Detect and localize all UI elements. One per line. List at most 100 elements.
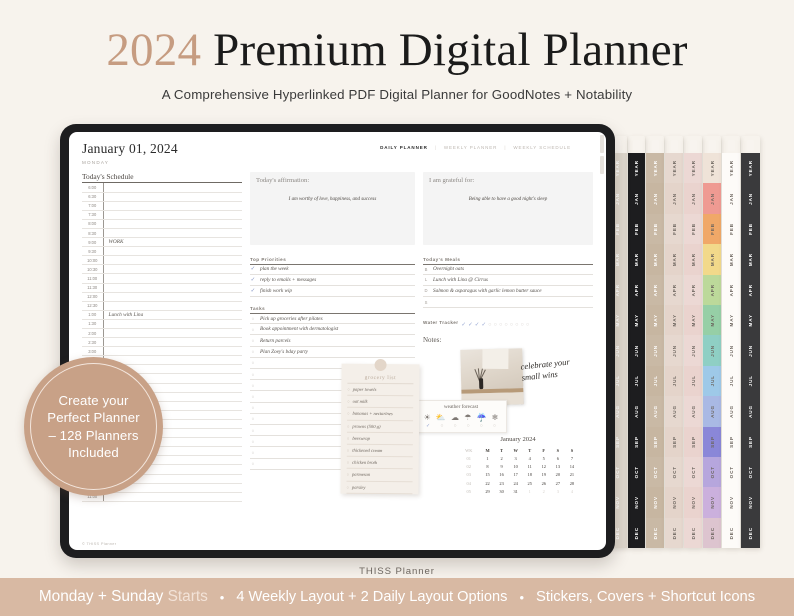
side-tab-aug[interactable]: AUG	[628, 396, 645, 427]
schedule-row[interactable]: 3:00	[82, 346, 242, 357]
side-tab-jul[interactable]: JUL	[665, 365, 683, 397]
side-tab-jul[interactable]: JUL	[684, 365, 702, 397]
water-tracker[interactable]: Water Tracker ✓ ✓ ✓ ✓ ○ ○ ○ ○ ○ ○ ○ ○	[423, 313, 593, 331]
side-tab-may[interactable]: MAY	[722, 304, 740, 336]
side-tab-apr[interactable]: APR	[722, 274, 740, 305]
schedule-row[interactable]: 2:30	[82, 337, 242, 348]
priority-item[interactable]: ✓ reply to emails + messages	[250, 275, 415, 286]
grocery-item[interactable]: ○ prawns (500 g)	[346, 420, 414, 434]
side-tab-oct[interactable]: OCT	[665, 456, 683, 488]
empty-checkbox-icon[interactable]: ○	[250, 327, 256, 332]
side-tab-jan[interactable]: JAN	[665, 183, 683, 214]
side-tab-year[interactable]: YEAR	[703, 153, 721, 184]
calendar-day-cell[interactable]: 13	[551, 463, 565, 471]
side-tab-jan[interactable]: JAN	[703, 183, 721, 214]
calendar-day-cell[interactable]: 26	[537, 479, 551, 487]
side-tab-year[interactable]: YEAR	[722, 153, 740, 184]
schedule-row[interactable]: 6:30	[82, 192, 242, 202]
weather-select-dot[interactable]: ○	[493, 423, 496, 429]
water-drop-icon[interactable]: ✓	[481, 322, 486, 328]
calendar-day-cell[interactable]: 22	[480, 479, 494, 487]
empty-checkbox-icon[interactable]: ○	[250, 405, 256, 410]
checked-checkbox-icon[interactable]: ✓	[250, 277, 256, 283]
schedule-entry[interactable]: Lunch with Lina	[103, 310, 242, 320]
nav-item-weekly-schedule[interactable]: WEEKLY SCHEDULE	[513, 145, 571, 150]
empty-checkbox-icon[interactable]: ○	[250, 428, 256, 433]
meal-row[interactable]: B Overnight oats	[423, 263, 593, 275]
calendar-day-cell[interactable]: 1	[480, 454, 494, 462]
calendar-day-cell[interactable]: 17	[509, 471, 523, 479]
checked-checkbox-icon[interactable]: ✓	[250, 266, 256, 272]
priority-item[interactable]: ✓ plan the week	[250, 263, 415, 275]
schedule-entry[interactable]	[103, 492, 242, 502]
schedule-entry[interactable]	[103, 210, 242, 220]
side-tab-jul[interactable]: JUL	[741, 365, 760, 397]
calendar-day-cell[interactable]: 2	[495, 454, 509, 462]
side-tab-sep[interactable]: SEP	[628, 426, 645, 457]
grocery-list-sticky[interactable]: grocery list ○ paper towels ○ oat milk ○ bana…	[340, 358, 420, 495]
grocery-checkbox-icon[interactable]: ○	[347, 472, 349, 477]
grocery-item[interactable]: ○ parsley	[346, 481, 413, 494]
side-tab-jan[interactable]: JAN	[722, 183, 740, 214]
side-tab-nov[interactable]: NOV	[646, 487, 664, 518]
scrollbar[interactable]	[598, 135, 605, 547]
side-tab-mar[interactable]: MAR	[628, 244, 645, 275]
side-tab-mar[interactable]: MAR	[646, 244, 664, 275]
grocery-checkbox-icon[interactable]: ○	[347, 411, 349, 416]
gratitude-box[interactable]: I am grateful for: Being able to have a …	[423, 171, 593, 245]
side-tab-apr[interactable]: APR	[665, 274, 683, 305]
water-drop-icon[interactable]: ✓	[475, 322, 480, 328]
side-tab-may[interactable]: MAY	[741, 304, 760, 336]
calendar-day-cell[interactable]: 10	[509, 463, 523, 471]
side-tab-nov[interactable]: NOV	[665, 487, 683, 518]
schedule-row[interactable]: 6:00	[82, 183, 242, 193]
side-tab-may[interactable]: MAY	[628, 304, 645, 336]
side-tab-apr[interactable]: APR	[646, 274, 664, 305]
calendar-day-cell[interactable]: 19	[537, 471, 551, 479]
side-tab-jun[interactable]: JUN	[684, 335, 702, 366]
side-tab-may[interactable]: MAY	[646, 304, 664, 336]
empty-checkbox-icon[interactable]: ○	[250, 360, 256, 365]
side-tab-dec[interactable]: DEC	[703, 517, 721, 549]
side-tab-feb[interactable]: FEB	[684, 213, 702, 245]
calendar-day-cell[interactable]: 15	[480, 471, 494, 479]
side-tab-aug[interactable]: AUG	[646, 396, 664, 427]
side-tab-jul[interactable]: JUL	[628, 365, 645, 397]
schedule-row[interactable]: 12:00	[82, 292, 242, 302]
calendar-day-cell[interactable]: 29	[480, 487, 494, 495]
schedule-row[interactable]: 11:00	[82, 273, 242, 284]
side-tab-aug[interactable]: AUG	[722, 396, 740, 427]
calendar-day-cell[interactable]: 16	[495, 471, 509, 479]
calendar-day-cell[interactable]: 4	[523, 454, 537, 462]
task-item[interactable]: ○ Book appointment with dermatologist	[250, 324, 415, 336]
schedule-entry[interactable]	[103, 201, 242, 211]
side-tab-nov[interactable]: NOV	[628, 487, 645, 518]
schedule-entry[interactable]	[103, 219, 242, 229]
schedule-entry[interactable]	[103, 255, 242, 266]
side-tab-jul[interactable]: JUL	[722, 365, 740, 397]
side-tab-feb[interactable]: FEB	[665, 213, 683, 245]
schedule-entry[interactable]	[103, 292, 242, 302]
side-tab-nov[interactable]: NOV	[703, 487, 721, 518]
grocery-item[interactable]: ○ bananas + nectarines	[347, 408, 414, 421]
side-tab-feb[interactable]: FEB	[646, 213, 664, 245]
empty-checkbox-icon[interactable]: ○	[250, 383, 256, 388]
grocery-item[interactable]: ○ beeswrap	[346, 432, 413, 446]
side-tab-dec[interactable]: DEC	[722, 517, 740, 549]
meal-row[interactable]: D Salmon & asparagus with garlic lemon bu…	[423, 286, 593, 298]
side-tab-jul[interactable]: JUL	[703, 365, 721, 397]
schedule-row[interactable]: 1:00 Lunch with Lina	[82, 310, 242, 320]
side-tab-sep[interactable]: SEP	[722, 426, 740, 457]
water-drop-icon[interactable]: ○	[510, 322, 513, 328]
schedule-entry[interactable]	[103, 283, 242, 293]
calendar-day-cell[interactable]: 12	[537, 463, 551, 471]
schedule-row[interactable]: 7:00	[82, 201, 242, 211]
weather-select-row[interactable]: ✓ ○ ○ ○ ○ ○	[416, 423, 506, 429]
calendar-day-cell[interactable]: 8	[480, 463, 494, 471]
side-tab-mar[interactable]: MAR	[665, 244, 683, 275]
side-tab-sep[interactable]: SEP	[741, 426, 760, 457]
schedule-entry[interactable]	[103, 337, 242, 348]
water-drop-icon[interactable]: ○	[488, 322, 491, 328]
grocery-checkbox-icon[interactable]: ○	[347, 387, 349, 392]
side-tab-dec[interactable]: DEC	[741, 517, 760, 549]
